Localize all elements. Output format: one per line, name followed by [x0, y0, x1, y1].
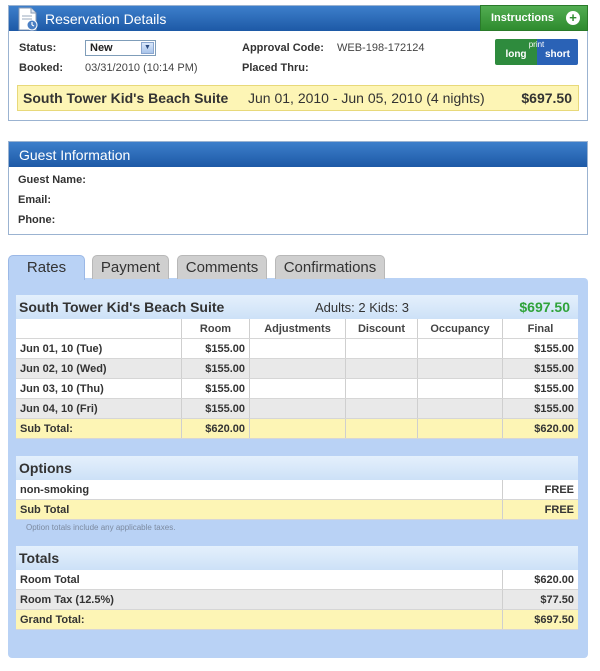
- row-final: $155.00: [534, 403, 574, 415]
- column-header-room: Room: [182, 319, 250, 338]
- reservation-header: Reservation Details Instructions +: [9, 5, 588, 31]
- print-caption: print: [528, 40, 545, 49]
- rates-total: $697.50: [519, 299, 570, 315]
- column-header-adjustments: Adjustments: [250, 319, 346, 338]
- subtotal-discount: [346, 419, 418, 438]
- guest-information-panel: Guest Information Guest Name: Email: Pho…: [8, 141, 588, 235]
- list-item: non-smoking FREE: [16, 480, 578, 500]
- row-discount: [346, 379, 418, 398]
- print-toggle: print long short: [495, 39, 578, 65]
- options-header: Options: [16, 456, 578, 480]
- row-final: $155.00: [534, 343, 574, 355]
- tab-rates[interactable]: Rates: [8, 255, 85, 280]
- table-row: Jun 04, 10 (Fri) $155.00 $155.00: [16, 399, 578, 419]
- subtotal-room: $620.00: [182, 419, 250, 438]
- option-name: non-smoking: [16, 480, 503, 499]
- rates-occupants: Adults: 2 Kids: 3: [315, 299, 409, 315]
- row-discount: [346, 399, 418, 418]
- guest-phone-label: Phone:: [18, 214, 56, 226]
- tab-confirmations[interactable]: Confirmations: [275, 255, 385, 279]
- options-subtotal-value: FREE: [544, 504, 574, 516]
- room-tax-label: Room Tax (12.5%): [16, 590, 503, 609]
- table-row: Jun 03, 10 (Thu) $155.00 $155.00: [16, 379, 578, 399]
- summary-total: $697.50: [521, 90, 572, 106]
- options-subtotal-row: Sub Total FREE: [16, 500, 578, 520]
- room-total-value: $620.00: [534, 574, 574, 586]
- row-date: Jun 01, 10 (Tue): [16, 339, 182, 358]
- row-adjustments: [250, 339, 346, 358]
- subtotal-final: $620.00: [534, 423, 574, 435]
- summary-dates: Jun 01, 2010 - Jun 05, 2010 (4 nights): [248, 90, 485, 106]
- grand-total-value: $697.50: [534, 614, 574, 626]
- plus-icon: +: [566, 11, 580, 25]
- rates-header: South Tower Kid's Beach Suite Adults: 2 …: [16, 295, 578, 319]
- tab-comments[interactable]: Comments: [177, 255, 267, 279]
- row-date: Jun 03, 10 (Thu): [16, 379, 182, 398]
- table-row: Jun 02, 10 (Wed) $155.00 $155.00: [16, 359, 578, 379]
- totals-header: Totals: [16, 546, 578, 570]
- subtotal-adjustments: [250, 419, 346, 438]
- row-final: $155.00: [534, 363, 574, 375]
- instructions-label: Instructions: [491, 12, 554, 24]
- row-discount: [346, 339, 418, 358]
- status-value: New: [90, 42, 113, 54]
- grand-total-label: Grand Total:: [16, 610, 503, 629]
- row-date: Jun 04, 10 (Fri): [16, 399, 182, 418]
- row-room-rate: $155.00: [182, 399, 250, 418]
- guest-header: Guest Information: [9, 142, 587, 167]
- subtotal-label: Sub Total:: [16, 419, 182, 438]
- table-row: Jun 01, 10 (Tue) $155.00 $155.00: [16, 339, 578, 359]
- guest-title: Guest Information: [19, 146, 131, 163]
- row-room-rate: $155.00: [182, 379, 250, 398]
- column-header-occupancy: Occupancy: [418, 319, 503, 338]
- summary-room-name: South Tower Kid's Beach Suite: [23, 90, 229, 106]
- grand-total-row: Grand Total: $697.50: [16, 610, 578, 630]
- rates-subtotal-row: Sub Total: $620.00 $620.00: [16, 419, 578, 439]
- column-header-date: [16, 319, 182, 338]
- column-header-final: Final: [527, 323, 554, 335]
- row-final: $155.00: [534, 383, 574, 395]
- room-total-row: Room Total $620.00: [16, 570, 578, 590]
- room-tax-row: Room Tax (12.5%) $77.50: [16, 590, 578, 610]
- room-total-label: Room Total: [16, 570, 503, 589]
- options-tax-note: Option totals include any applicable tax…: [26, 523, 176, 532]
- rates-column-header-row: Room Adjustments Discount Occupancy Fina…: [16, 319, 578, 339]
- row-adjustments: [250, 399, 346, 418]
- tab-payment[interactable]: Payment: [92, 255, 169, 279]
- approval-code-value: WEB-198-172124: [337, 42, 425, 54]
- row-room-rate: $155.00: [182, 359, 250, 378]
- column-header-discount: Discount: [346, 319, 418, 338]
- rates-section: South Tower Kid's Beach Suite Adults: 2 …: [16, 295, 578, 439]
- reservation-details-panel: Reservation Details Instructions + Statu…: [8, 5, 588, 121]
- row-occupancy: [418, 359, 503, 378]
- guest-email-label: Email:: [18, 194, 52, 206]
- guest-name-label: Guest Name:: [18, 174, 86, 186]
- approval-code-label: Approval Code:: [242, 42, 324, 54]
- booked-label: Booked:: [19, 62, 63, 74]
- row-occupancy: [418, 399, 503, 418]
- row-occupancy: [418, 339, 503, 358]
- status-select[interactable]: New ▼: [85, 40, 156, 56]
- rates-room-name: South Tower Kid's Beach Suite: [19, 299, 225, 315]
- row-discount: [346, 359, 418, 378]
- document-clock-icon: [18, 7, 38, 31]
- booked-value: 03/31/2010 (10:14 PM): [85, 62, 198, 74]
- subtotal-occupancy: [418, 419, 503, 438]
- placed-thru-label: Placed Thru:: [242, 62, 309, 74]
- row-room-rate: $155.00: [182, 339, 250, 358]
- row-adjustments: [250, 379, 346, 398]
- row-occupancy: [418, 379, 503, 398]
- row-adjustments: [250, 359, 346, 378]
- options-subtotal-label: Sub Total: [16, 500, 503, 519]
- options-section: Options non-smoking FREE Sub Total FREE: [16, 456, 578, 520]
- option-value: FREE: [544, 484, 574, 496]
- instructions-button[interactable]: Instructions +: [480, 5, 588, 31]
- row-date: Jun 02, 10 (Wed): [16, 359, 182, 378]
- totals-section: Totals Room Total $620.00 Room Tax (12.5…: [16, 546, 578, 630]
- reservation-summary-bar: South Tower Kid's Beach Suite Jun 01, 20…: [17, 85, 579, 111]
- chevron-down-icon: ▼: [141, 42, 154, 54]
- room-tax-value: $77.50: [540, 594, 574, 606]
- status-label: Status:: [19, 42, 57, 54]
